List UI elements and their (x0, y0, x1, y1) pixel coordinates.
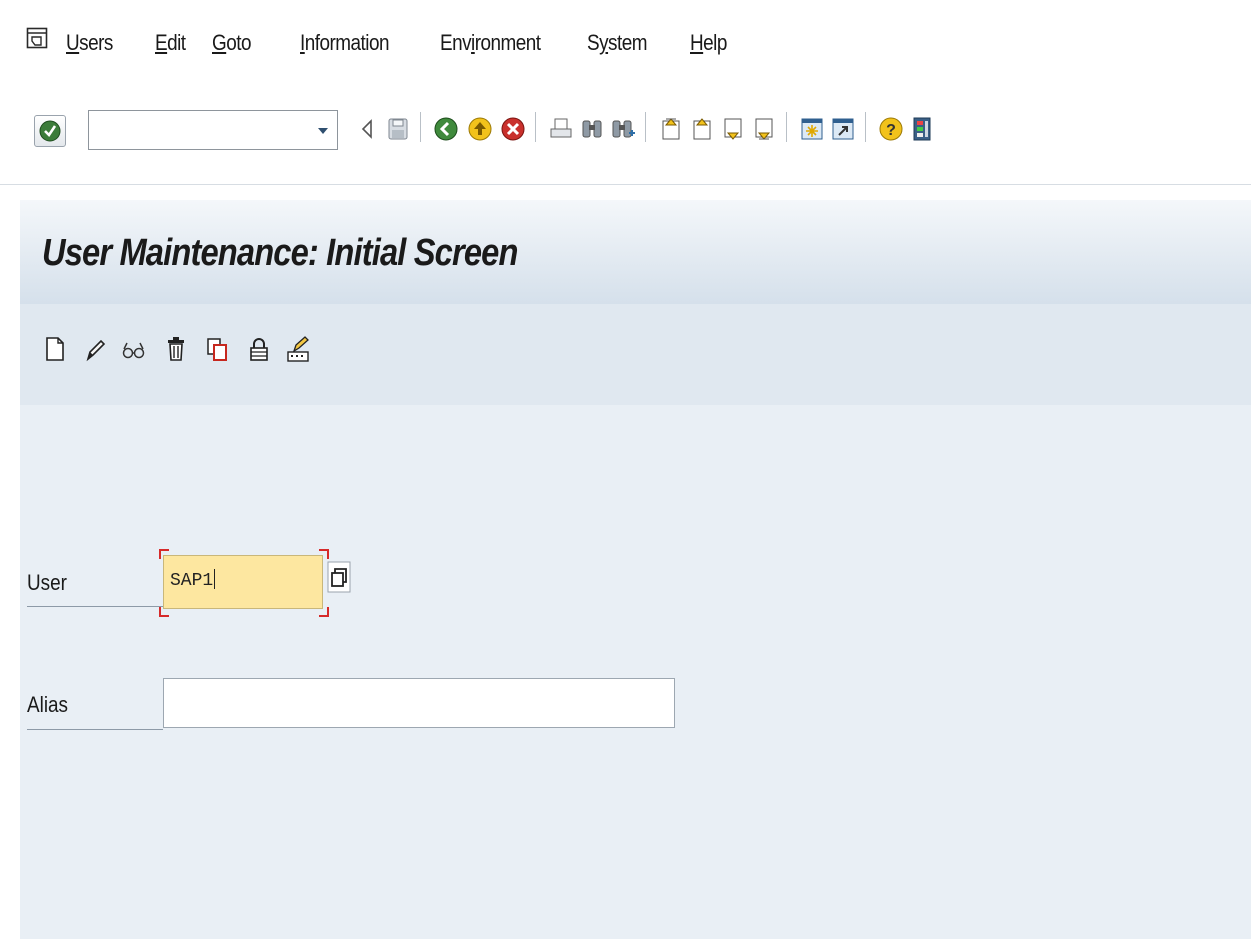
toolbar-separator (786, 112, 787, 142)
user-input-value: SAP1 (170, 571, 214, 591)
exit-icon[interactable] (466, 115, 494, 143)
save-icon[interactable] (384, 115, 412, 143)
create-shortcut-icon[interactable] (829, 115, 857, 143)
find-next-icon[interactable] (609, 115, 637, 143)
help-icon[interactable]: ? (877, 115, 905, 143)
content-area (20, 405, 1251, 939)
copy-icon[interactable] (204, 335, 230, 363)
previous-page-icon[interactable] (688, 115, 716, 143)
display-icon[interactable] (120, 335, 146, 363)
menu-system[interactable]: System (587, 30, 648, 56)
create-icon[interactable] (42, 335, 68, 363)
text-cursor (214, 569, 216, 589)
required-marker (159, 549, 169, 559)
change-icon[interactable] (82, 335, 108, 363)
user-input[interactable]: SAP1 (163, 555, 323, 609)
value-help-icon[interactable] (326, 560, 352, 594)
toolbar-separator (645, 112, 646, 142)
lock-icon[interactable] (246, 335, 272, 363)
menu-edit[interactable]: Edit (155, 30, 186, 56)
menu-environment[interactable]: Environment (440, 30, 541, 56)
print-icon[interactable] (547, 115, 575, 143)
collapse-icon[interactable] (354, 115, 382, 143)
toolbar-separator (420, 112, 421, 142)
back-icon[interactable] (432, 115, 460, 143)
alias-label-underline (27, 729, 163, 730)
required-marker (319, 607, 329, 617)
menu-information[interactable]: Information (300, 30, 389, 56)
required-marker (319, 549, 329, 559)
toolbar-separator (865, 112, 866, 142)
enter-check-icon[interactable] (34, 115, 66, 147)
required-marker (159, 607, 169, 617)
last-page-icon[interactable] (750, 115, 778, 143)
page-title: User Maintenance: Initial Screen (42, 232, 518, 274)
user-label-underline (27, 606, 163, 607)
find-icon[interactable] (578, 115, 606, 143)
alias-label: Alias (27, 692, 69, 717)
customize-layout-icon[interactable] (909, 115, 937, 143)
command-field[interactable] (88, 110, 338, 150)
alias-input[interactable] (163, 678, 675, 728)
user-label: User (27, 570, 67, 595)
new-session-icon[interactable] (798, 115, 826, 143)
change-password-icon[interactable] (285, 335, 311, 363)
cancel-icon[interactable] (499, 115, 527, 143)
dropdown-arrow-icon[interactable] (312, 120, 334, 142)
first-page-icon[interactable] (657, 115, 685, 143)
menu-help[interactable]: Help (690, 30, 727, 56)
svg-text:?: ? (886, 122, 896, 139)
menu-window-icon[interactable] (26, 27, 48, 49)
menu-goto[interactable]: Goto (212, 30, 251, 56)
next-page-icon[interactable] (719, 115, 747, 143)
menu-users[interactable]: Users (66, 30, 113, 56)
toolbar-separator (535, 112, 536, 142)
delete-icon[interactable] (163, 335, 189, 363)
